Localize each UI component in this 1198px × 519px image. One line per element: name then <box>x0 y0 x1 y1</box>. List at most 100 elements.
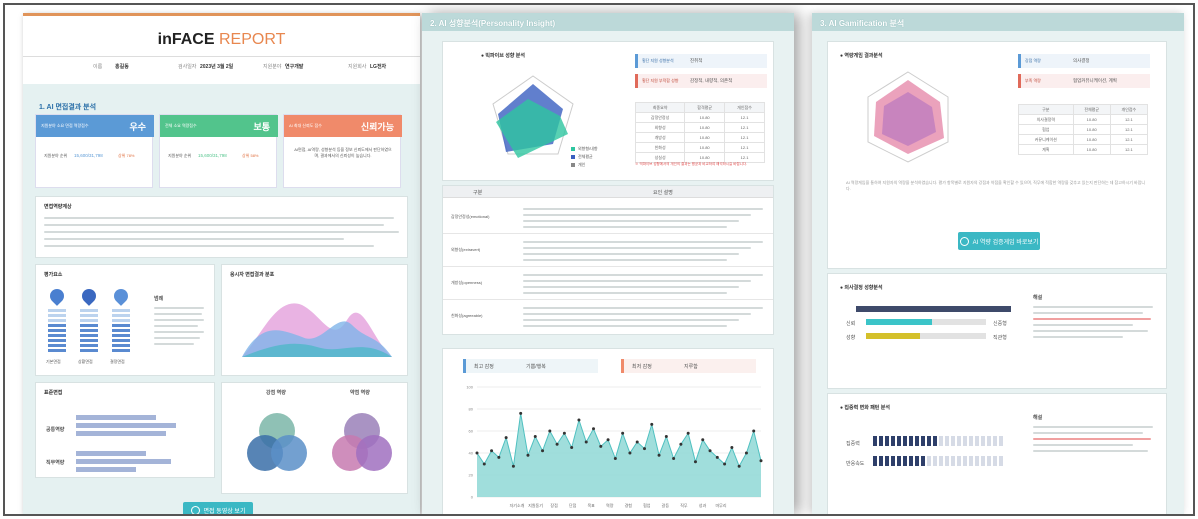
score-label: AI 최대 신뢰도 점수 <box>289 123 322 128</box>
pattern-cell <box>951 436 955 446</box>
pattern-cell <box>879 456 883 466</box>
x-tick-label: 자기소개 <box>510 502 525 508</box>
table-row: 협업 10.80 12.1 <box>1018 124 1149 135</box>
info-value: 연구개발 <box>285 64 304 70</box>
score-card: AI 최대 신뢰도 점수 신뢰가능 AI면접, AI역량, 성향분석 등을 정보 신… <box>283 114 402 188</box>
emotion-point <box>715 455 719 459</box>
emotion-point <box>555 442 559 446</box>
rank-label: 지원분야 순위 <box>44 153 68 158</box>
view-video-label: 면접 동영상 보기 <box>203 508 246 515</box>
pattern-cell <box>933 436 937 446</box>
table-cell: 12.1 <box>724 152 765 163</box>
emotion-point <box>482 462 486 466</box>
table-row: 의사결정력 10.80 12.1 <box>1018 114 1149 125</box>
table-cell: 10.80 <box>1072 134 1111 145</box>
type-label: 부족 역량 <box>1025 78 1041 83</box>
report-panel: inFACE REPORT 이름 홍길동 검사일자 2023년 3월 2일 지원분야 연구… <box>23 13 420 514</box>
gamification-panel: 3. AI Gamification 분석 ● 역량게임 결과분석 강점 역량 의… <box>812 13 1184 514</box>
decision-bar2-end: 직관형 <box>993 335 1007 341</box>
score-card-band: AI 최대 신뢰도 점수 신뢰가능 <box>284 115 402 137</box>
factor-label: 외향성(extravert) <box>451 247 481 252</box>
score-grade: 신뢰가능 <box>360 122 394 132</box>
desc-header-type: 구분 <box>473 190 483 196</box>
gauge-seg <box>80 339 98 342</box>
emotion-point <box>497 455 501 459</box>
pattern-cell <box>987 456 991 466</box>
game-view-button[interactable]: AI 역량 검증게임 바로보기 <box>958 232 1040 250</box>
pattern-cell <box>879 436 883 446</box>
info-label: 지원분야 <box>263 64 282 70</box>
pattern-cell <box>993 456 997 466</box>
legend-swatch <box>571 155 575 159</box>
emotion-min-box: 최저 감정 지루함 <box>621 359 756 373</box>
gauge-seg <box>48 344 66 347</box>
gauge-seg <box>80 344 98 347</box>
table-cell: 계획 <box>1018 144 1074 155</box>
score-grade: 보통 <box>253 122 270 132</box>
gauge-label: 상황면접 <box>78 359 93 364</box>
factor-label: 감정안정성(emotional) <box>451 214 490 219</box>
pattern-cell <box>897 456 901 466</box>
screenshot-frame: inFACE REPORT 이름 홍길동 검사일자 2023년 3월 2일 지원분야 연구… <box>3 3 1195 516</box>
pattern-cell <box>909 456 913 466</box>
pattern-cell <box>891 456 895 466</box>
legend-item: 외향형/내향 <box>578 146 598 151</box>
emotion-point <box>723 462 727 466</box>
x-tick-label: 직무 <box>680 502 688 508</box>
pattern-cell <box>981 436 985 446</box>
emotion-point <box>759 459 763 463</box>
emotion-point <box>628 451 632 455</box>
view-video-button[interactable]: 면접 동영상 보기 <box>183 502 253 514</box>
trust-note: AI면접, AI역량, 성향분석 등을 정보 신뢰도에서 판단하였으며, 결과에… <box>294 147 392 158</box>
pattern-cell <box>891 436 895 446</box>
personality-panel: 2. AI 성향분석(Personality Insight) ● 빅파이브 성… <box>422 13 794 514</box>
info-value: LG전자 <box>370 64 387 70</box>
pattern-cell <box>987 436 991 446</box>
table-cell: 12.1 <box>1109 144 1149 155</box>
table-cell: 10.80 <box>1072 144 1111 155</box>
pattern-cell <box>903 456 907 466</box>
type-box: 횡단 지원 부적합 성향 감정적, 내향적, 의존적 <box>635 74 767 88</box>
y-tick-label: 40 <box>469 451 474 456</box>
game-view-label: AI 역량 검증게임 바로보기 <box>972 239 1039 246</box>
emotion-point <box>577 418 581 422</box>
emotion-point <box>490 449 494 453</box>
emotion-point <box>526 453 530 457</box>
type-value: 협업커뮤니케이션, 계획 <box>1073 78 1117 83</box>
pattern-cell <box>873 456 877 466</box>
game-result-card: ● 역량게임 결과분석 강점 역량 의사결정 부족 역량 협업커뮤니케이션, 계획 구… <box>827 41 1167 269</box>
emotion-point <box>584 440 588 444</box>
table-header-cell: 합격평균 <box>684 102 726 113</box>
table-cell: 12.1 <box>724 142 765 153</box>
legend-swatch <box>571 147 575 151</box>
decision-bar1-label: 신뢰 <box>846 321 856 327</box>
factor-label: 친화성(agreeable) <box>451 313 483 318</box>
bigfive-card: ● 빅파이브 성향 분석 외향형/내향 전체평균 개인 횡단 지원 성향분석 진취적 횡… <box>442 41 774 181</box>
strength-card: 강점 역량 약점 역량 <box>221 382 408 494</box>
pattern-cell <box>969 456 973 466</box>
pattern-cell <box>921 456 925 466</box>
y-tick-label: 100 <box>466 385 473 390</box>
type-box: 부족 역량 협업커뮤니케이션, 계획 <box>1018 74 1150 88</box>
emotion-point <box>752 429 756 433</box>
standard-card: 표준면접 공통역량 직무역량 <box>35 382 215 478</box>
emotion-point <box>679 442 683 446</box>
type-value: 감정적, 내향적, 의존적 <box>690 78 733 83</box>
gauge-seg <box>112 309 130 312</box>
emotion-min-value: 지루함 <box>684 364 698 370</box>
rank-extra: 상위 58% <box>242 153 259 158</box>
overall-card: 면접역량계상 <box>35 196 408 258</box>
pattern-cell <box>963 436 967 446</box>
focus-desc-title: 해설 <box>1033 415 1043 421</box>
emotion-point <box>744 451 748 455</box>
legend-item: 전체평균 <box>578 154 593 159</box>
emotion-point <box>672 457 676 460</box>
bigfive-radar <box>492 75 574 158</box>
table-header-cell: 전체평균 <box>1072 104 1111 115</box>
factor-label: 개방성(openness) <box>451 280 483 285</box>
pattern-cell <box>885 456 889 466</box>
focus-row2-label: 반응속도 <box>846 461 865 467</box>
table-row: 성실성 10.80 12.1 <box>634 152 765 163</box>
gauge-seg <box>112 329 130 332</box>
score-card-band: 전체 소요 역량점수 보통 <box>160 115 278 137</box>
